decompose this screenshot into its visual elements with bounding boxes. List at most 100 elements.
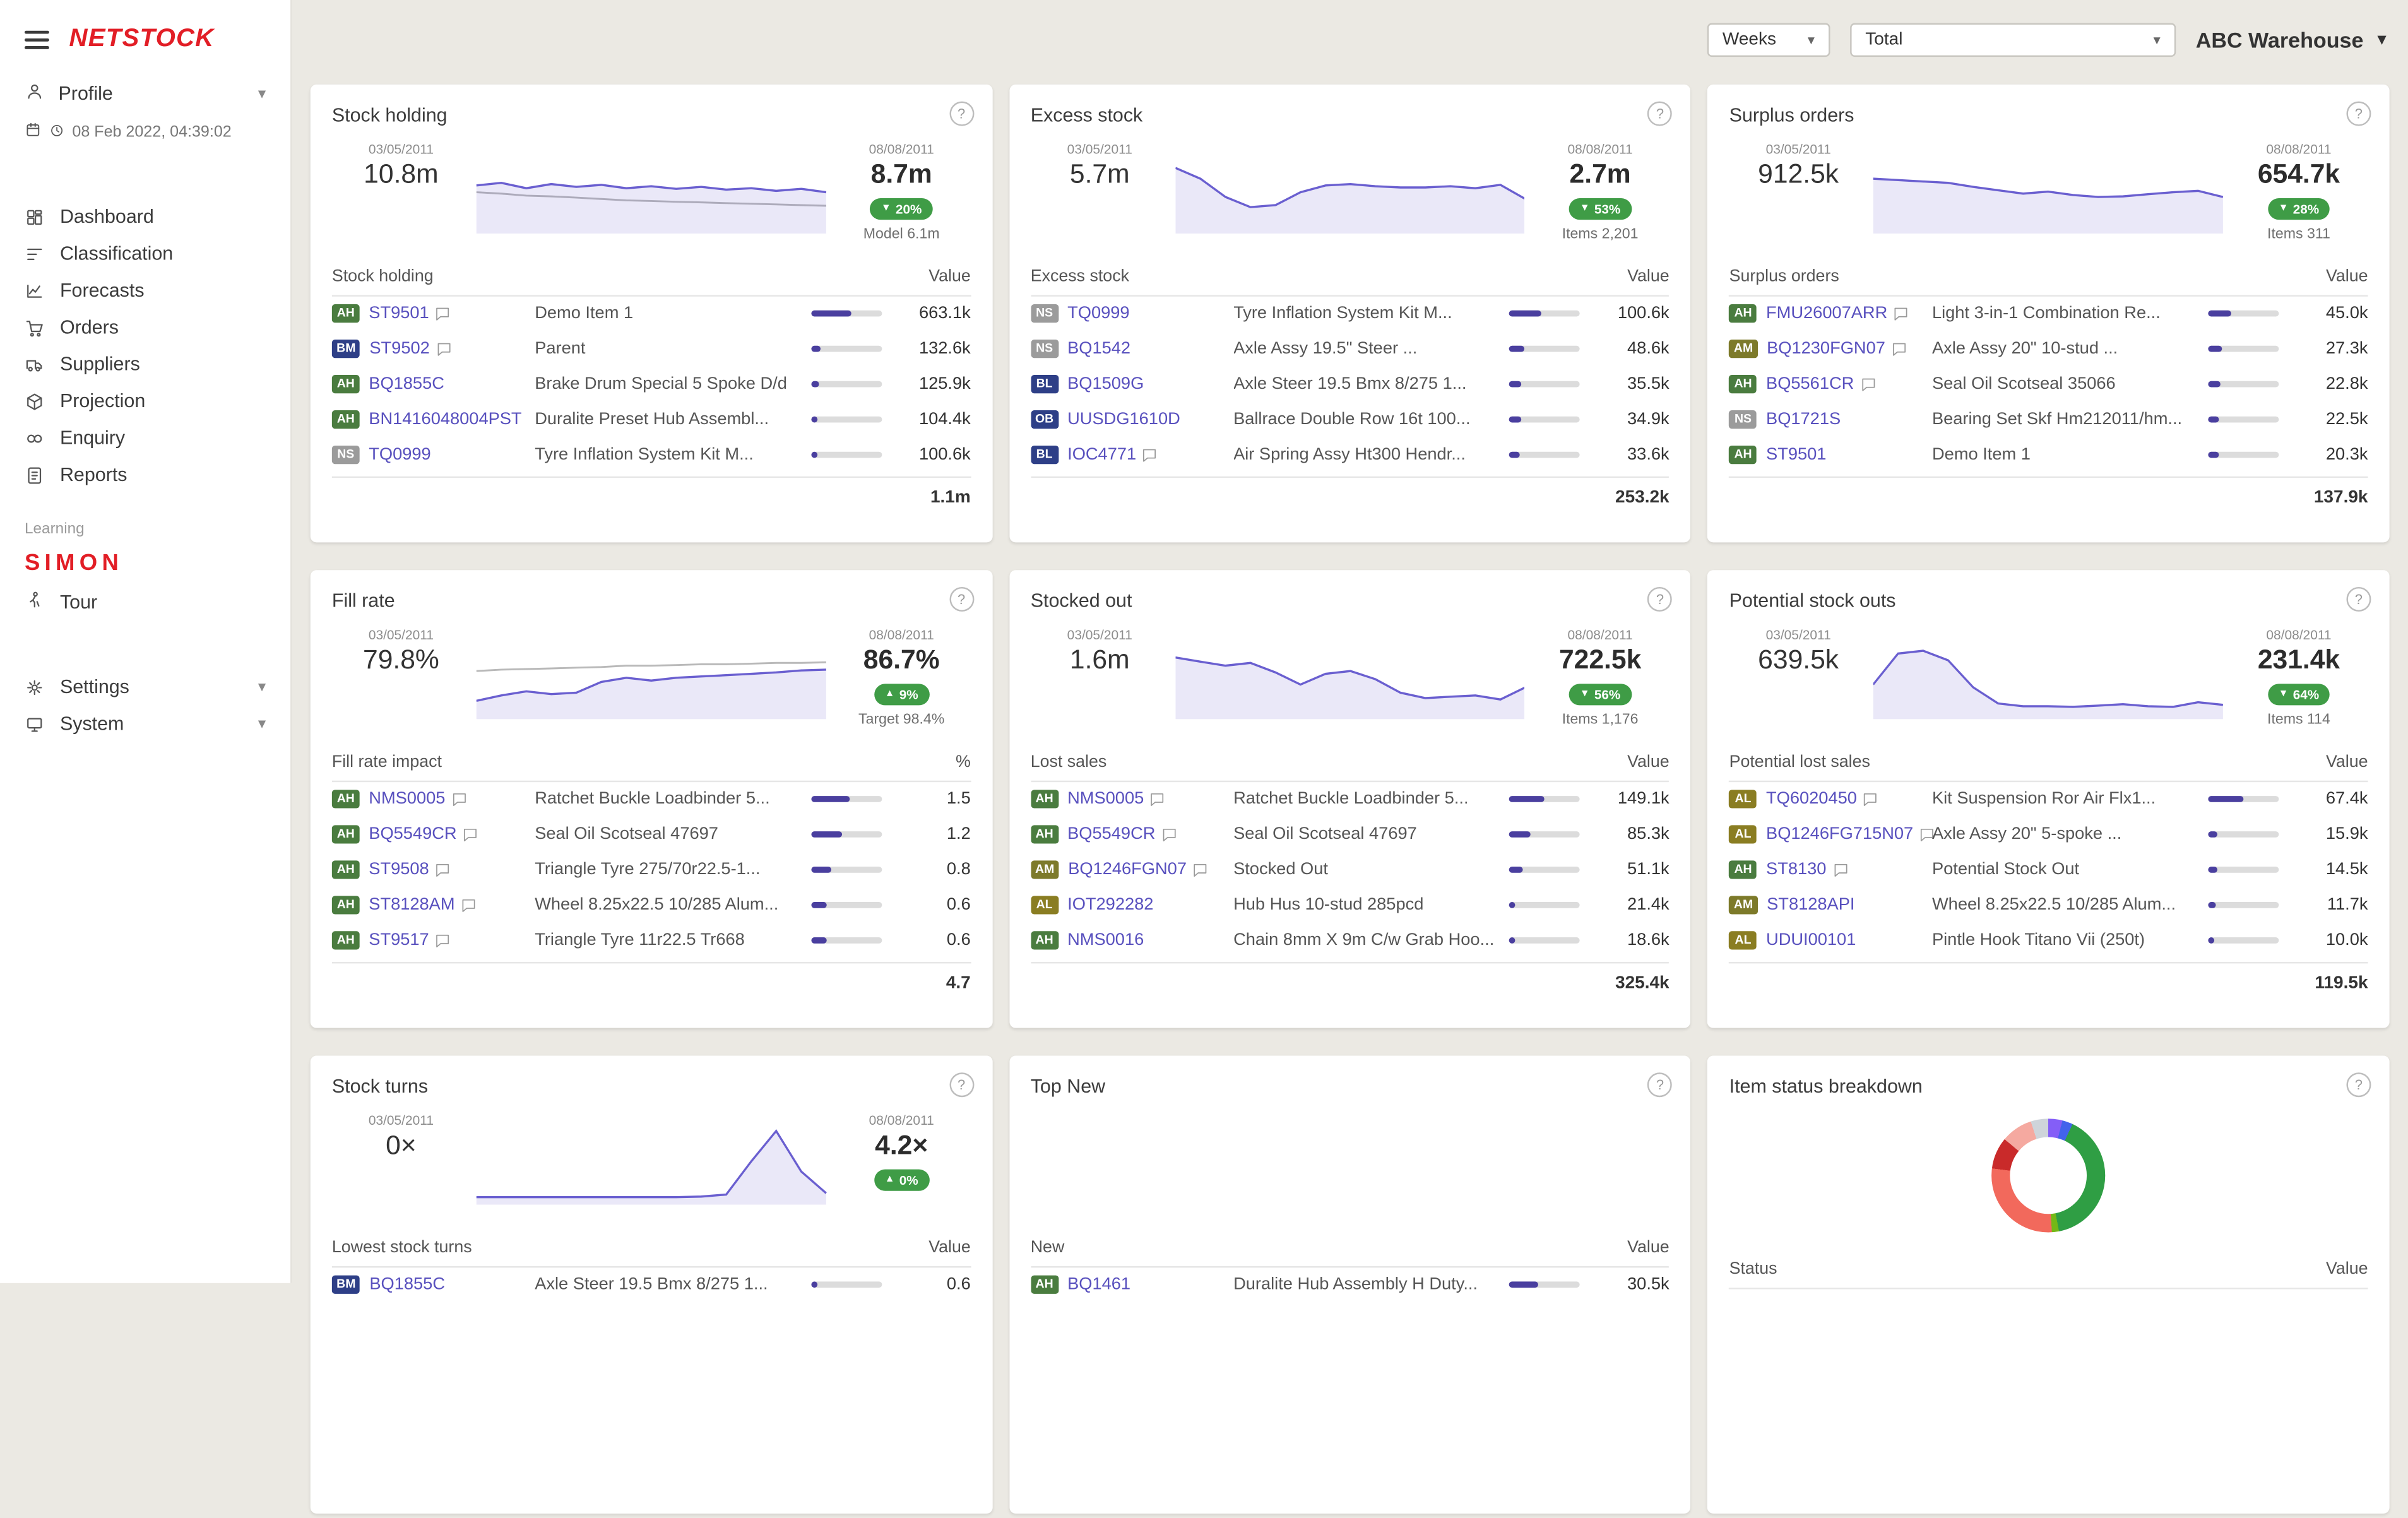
sidebar-nav: Dashboard Classification Forecasts Orders Su… <box>0 198 290 493</box>
sidebar-item-forecasts[interactable]: Forecasts <box>0 272 290 309</box>
comment-icon[interactable] <box>435 306 450 321</box>
item-code-link[interactable]: BQ1855C <box>369 1276 445 1295</box>
item-code-link[interactable]: BQ5549CR <box>369 826 456 844</box>
stat-start: 03/05/2011 912.5k <box>1729 141 1868 191</box>
sidebar-item-label: Tour <box>59 591 98 614</box>
help-icon[interactable]: ? <box>949 1072 974 1098</box>
sidebar-item-label: Projection <box>59 390 146 412</box>
table-header: Lowest stock turns Value <box>331 1238 971 1268</box>
help-icon[interactable]: ? <box>949 586 974 612</box>
comment-icon[interactable] <box>1863 792 1878 807</box>
item-code-cell: AH ST8128AM <box>331 895 535 914</box>
comment-icon[interactable] <box>1860 376 1875 391</box>
table-row: BL IOC4771 Air Spring Assy Ht300 Hendr... 3… <box>1030 437 1670 471</box>
item-code-cell: AM ST8128API <box>1729 895 1932 914</box>
item-code-link[interactable]: BQ5549CR <box>1067 826 1155 844</box>
item-code-link[interactable]: TQ6020450 <box>1766 790 1857 809</box>
item-code-link[interactable]: BN1416048004PST <box>369 410 521 428</box>
sidebar-item-projection[interactable]: Projection <box>0 382 290 419</box>
item-code-link[interactable]: ST9501 <box>1766 445 1826 463</box>
sidebar-item-system[interactable]: System ▾ <box>0 705 290 742</box>
comment-icon[interactable] <box>451 792 466 807</box>
comment-icon[interactable] <box>1193 862 1208 877</box>
item-code-link[interactable]: ST8128AM <box>369 896 454 914</box>
item-code-link[interactable]: ST8128API <box>1767 896 1854 914</box>
card-table: Surplus orders Value AH FMU26007ARR Light 3-… <box>1729 268 2368 507</box>
comment-icon[interactable] <box>1142 446 1158 461</box>
item-code-link[interactable]: BQ1246FG715N07 <box>1766 826 1913 844</box>
sidebar-item-reports[interactable]: Reports <box>0 456 290 493</box>
item-code-link[interactable]: IOT292282 <box>1067 896 1153 914</box>
comment-icon[interactable] <box>1150 792 1165 807</box>
item-code-link[interactable]: BQ1230FGN07 <box>1767 340 1885 358</box>
comment-icon[interactable] <box>1832 862 1848 877</box>
item-code-link[interactable]: BQ1246FGN07 <box>1068 860 1187 879</box>
item-code-link[interactable]: ST9517 <box>369 930 429 949</box>
value-bar <box>2208 831 2279 838</box>
help-icon[interactable]: ? <box>949 101 974 126</box>
simon-logo[interactable]: SIMON <box>0 541 290 583</box>
comment-icon[interactable] <box>463 827 478 842</box>
sidebar-item-orders[interactable]: Orders <box>0 309 290 345</box>
table-row: AH ST9517 Triangle Tyre 11r22.5 Tr668 0.6 <box>331 922 971 957</box>
sidebar-item-settings[interactable]: Settings ▾ <box>0 668 290 705</box>
sidebar-item-dashboard[interactable]: Dashboard <box>0 198 290 235</box>
card-stats: 03/05/2011 79.8% 08/08/2011 86.7% ▲ 9% Target … <box>332 627 971 734</box>
item-code-link[interactable]: NMS0005 <box>1067 790 1144 809</box>
help-icon[interactable]: ? <box>2346 1072 2371 1098</box>
comment-icon[interactable] <box>1161 827 1177 842</box>
warehouse-select[interactable]: ABC Warehouse ▼ <box>2196 28 2390 52</box>
sidebar-item-classification[interactable]: Classification <box>0 235 290 271</box>
help-icon[interactable]: ? <box>2346 586 2371 612</box>
comment-icon[interactable] <box>436 341 451 357</box>
item-code-link[interactable]: BQ1542 <box>1067 340 1130 358</box>
table-row: AM ST8128API Wheel 8.25x22.5 10/285 Alum..… <box>1729 887 2368 922</box>
item-code-link[interactable]: NMS0016 <box>1067 930 1144 949</box>
period-select[interactable]: Weeks ▾ <box>1707 23 1830 57</box>
comment-icon[interactable] <box>1894 306 1909 321</box>
comment-icon <box>437 343 450 357</box>
item-code-link[interactable]: ST9508 <box>369 860 429 879</box>
item-code-link[interactable]: NMS0005 <box>369 790 445 809</box>
item-code-link[interactable]: BQ5561CR <box>1766 375 1854 393</box>
comment-icon[interactable] <box>435 932 450 947</box>
table-header: Stock holding Value <box>331 268 971 297</box>
item-code-link[interactable]: ST9501 <box>369 305 429 323</box>
table-row: AH ST9508 Triangle Tyre 275/70r22.5-1... 0.… <box>331 852 971 887</box>
item-code-link[interactable]: BQ1855C <box>369 375 444 393</box>
item-code-link[interactable]: TQ0999 <box>1067 305 1129 323</box>
stat-end-date: 08/08/2011 <box>1567 627 1633 643</box>
table-total: 1.1m <box>331 476 971 507</box>
profile-menu[interactable]: Profile ▾ <box>0 69 290 119</box>
item-code-link[interactable]: ST9502 <box>369 340 429 358</box>
value-bar <box>1509 797 1581 803</box>
sparkline-svg <box>476 1129 826 1205</box>
item-name: Duralite Hub Assembly H Duty... <box>1233 1276 1478 1295</box>
item-name: Axle Assy 19.5" Steer ... <box>1233 340 1418 359</box>
filter-select[interactable]: Total ▾ <box>1849 23 2176 57</box>
sidebar-item-enquiry[interactable]: Enquiry <box>0 420 290 456</box>
sparkline-chart <box>476 148 826 234</box>
sidebar-item-suppliers[interactable]: Suppliers <box>0 346 290 382</box>
value-bar <box>810 867 882 873</box>
sidebar-item-label: Orders <box>59 316 119 338</box>
item-code-link[interactable]: BQ1721S <box>1766 410 1841 428</box>
item-code-link[interactable]: TQ0999 <box>369 445 430 463</box>
menu-icon[interactable] <box>24 25 49 53</box>
stat-end-date: 08/08/2011 <box>2266 627 2332 643</box>
item-code-link[interactable]: IOC4771 <box>1067 445 1136 463</box>
item-code-link[interactable]: BQ1461 <box>1067 1276 1130 1295</box>
comment-icon[interactable] <box>435 862 450 877</box>
comment-icon[interactable] <box>461 897 476 912</box>
item-code-link[interactable]: BQ1509G <box>1067 375 1144 393</box>
sidebar-item-tour[interactable]: Tour <box>0 583 290 622</box>
item-code-link[interactable]: FMU26007ARR <box>1766 305 1887 323</box>
help-icon[interactable]: ? <box>2346 101 2371 126</box>
comment-icon[interactable] <box>1892 341 1907 357</box>
table-row: AH BQ1855C Brake Drum Special 5 Spoke D/d 1… <box>331 367 971 401</box>
item-code-link[interactable]: ST8130 <box>1766 860 1826 879</box>
table-row: BL BQ1509G Axle Steer 19.5 Bmx 8/275 1... 3… <box>1030 367 1670 401</box>
item-code-link[interactable]: UUSDG1610D <box>1067 410 1180 428</box>
item-name: Chain 8mm X 9m C/w Grab Hoo... <box>1233 930 1495 949</box>
item-code-link[interactable]: UDUI00101 <box>1766 930 1856 949</box>
